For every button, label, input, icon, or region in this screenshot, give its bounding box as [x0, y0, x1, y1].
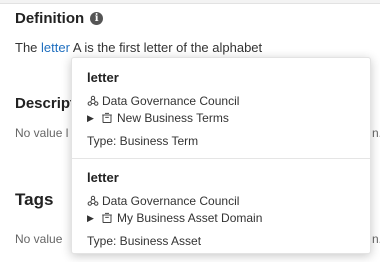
suggestion-domain-label: New Business Terms [117, 111, 229, 125]
suggestion-community-label: Data Governance Council [102, 94, 240, 108]
community-icon [87, 95, 99, 106]
tags-value: No value [15, 232, 63, 246]
suggestion-item[interactable]: letter Data Governance Council ▶ My Busi… [72, 158, 370, 255]
domain-icon [102, 212, 112, 223]
definition-title: Definition [15, 10, 85, 27]
description-title: Descript [15, 95, 76, 112]
description-value-tail: n. [372, 126, 380, 140]
definition-text-after: A is the first letter of the alphabet [69, 40, 263, 55]
suggestion-domain-label: My Business Asset Domain [117, 211, 263, 225]
suggestion-name: letter [87, 170, 119, 185]
suggestion-community: Data Governance Council [87, 194, 239, 208]
suggestion-community-label: Data Governance Council [102, 194, 240, 208]
expand-triangle-icon[interactable]: ▶ [87, 113, 97, 124]
suggestion-community: Data Governance Council [87, 94, 239, 108]
link-suggestion-popover: letter Data Governance Council ▶ New Bus… [71, 57, 371, 254]
description-value: No value l [15, 126, 69, 140]
suggestion-type: Type: Business Term [87, 134, 199, 148]
suggestion-type: Type: Business Asset [87, 234, 202, 248]
top-edge [0, 0, 380, 4]
definition-header: Definition i [15, 10, 104, 27]
tags-title: Tags [15, 190, 54, 209]
domain-icon [102, 112, 112, 123]
community-icon [87, 195, 99, 206]
info-icon[interactable]: i [90, 12, 104, 25]
tags-value-tail: n. [372, 232, 380, 246]
definition-link-letter[interactable]: letter [41, 40, 70, 55]
suggestion-name: letter [87, 70, 119, 85]
definition-text: The letter A is the first letter of the … [15, 40, 262, 55]
definition-text-before: The [15, 40, 42, 55]
suggestion-item[interactable]: letter Data Governance Council ▶ New Bus… [72, 58, 370, 158]
suggestion-domain: ▶ New Business Terms [87, 111, 229, 125]
suggestion-domain: ▶ My Business Asset Domain [87, 211, 262, 225]
expand-triangle-icon[interactable]: ▶ [87, 213, 97, 224]
